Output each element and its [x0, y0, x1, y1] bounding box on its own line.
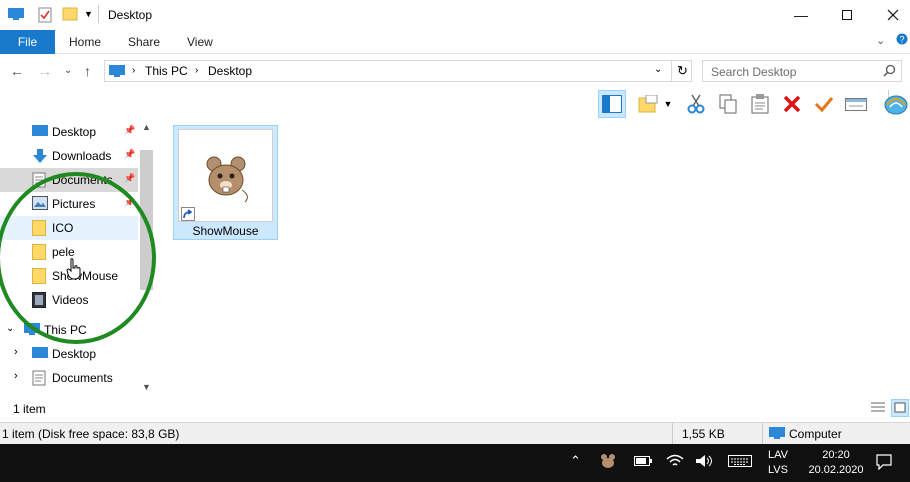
properties-dialog-icon[interactable]	[842, 90, 870, 118]
nav-item-downloads[interactable]: Downloads 📌	[0, 144, 138, 168]
taskbar: ⌃ LAV LVS 20:20 20.02.2020	[0, 444, 910, 482]
search-input[interactable]: Search Desktop	[702, 60, 902, 82]
status-divider	[672, 423, 673, 444]
clock[interactable]: 20:20 20.02.2020	[806, 448, 866, 478]
title-divider	[98, 5, 99, 23]
svg-text:?: ?	[900, 35, 905, 45]
status-bar: 1 item	[0, 398, 910, 420]
pin-icon[interactable]: 📌	[124, 125, 135, 136]
paste-icon[interactable]	[746, 90, 774, 118]
download-icon	[32, 148, 48, 164]
rename-icon[interactable]	[810, 90, 838, 118]
tab-home[interactable]: Home	[69, 35, 101, 49]
tab-share[interactable]: Share	[128, 35, 160, 49]
clock-date: 20.02.2020	[808, 464, 864, 476]
address-dropdown-icon[interactable]: ⌄	[654, 64, 662, 75]
location-label: Computer	[789, 427, 842, 441]
nav-item-label: Documents	[52, 371, 113, 385]
computer-icon	[769, 426, 785, 443]
address-divider	[671, 61, 672, 81]
file-name: ShowMouse	[192, 224, 259, 238]
forward-arrow-icon[interactable]: →	[38, 63, 52, 79]
chevron-up-icon[interactable]: ⌃	[570, 453, 581, 469]
address-segment-desktop[interactable]: Desktop	[208, 64, 252, 78]
title-bar: ▼ Desktop —	[0, 0, 910, 30]
nav-item-label: Desktop	[52, 125, 97, 139]
file-list: ShowMouse	[160, 120, 910, 398]
chevron-right-icon[interactable]: ›	[14, 346, 18, 358]
disk-info: 1 item (Disk free space: 83,8 GB)	[2, 427, 180, 441]
scroll-up-icon[interactable]: ▲	[142, 122, 151, 132]
back-arrow-icon[interactable]: ←	[10, 63, 24, 79]
window-title: Desktop	[108, 8, 153, 22]
nav-item-label: Downloads	[52, 149, 112, 163]
volume-icon[interactable]	[695, 454, 713, 471]
notification-icon[interactable]	[876, 454, 892, 473]
new-item-dropdown-icon[interactable]: ▼	[660, 90, 676, 118]
maximize-button[interactable]	[824, 0, 870, 30]
recent-locations-icon[interactable]: ⌄	[64, 65, 72, 76]
details-bar: 1 item (Disk free space: 83,8 GB) 1,55 K…	[0, 422, 910, 444]
nav-item-pc-documents[interactable]: › Documents	[0, 366, 138, 390]
new-folder-icon[interactable]	[62, 7, 78, 24]
properties-icon[interactable]	[38, 7, 52, 26]
cut-icon[interactable]	[682, 90, 710, 118]
minimize-button[interactable]: —	[778, 0, 824, 30]
nav-item-desktop[interactable]: Desktop 📌	[0, 120, 138, 144]
hand-cursor-icon	[66, 258, 82, 283]
nav-item-label: Desktop	[52, 347, 97, 361]
language-bottom: LVS	[768, 464, 788, 476]
delete-icon[interactable]	[778, 90, 806, 118]
item-count: 1 item	[13, 402, 46, 416]
large-icons-view-icon[interactable]	[891, 399, 909, 417]
explorer-icon[interactable]	[8, 7, 24, 24]
language-indicator[interactable]: LAV LVS	[768, 448, 788, 478]
navigation-pane-icon[interactable]	[598, 90, 626, 118]
keyboard-icon[interactable]	[728, 455, 752, 470]
close-button[interactable]	[870, 0, 910, 30]
this-pc-icon	[109, 64, 125, 81]
customize-toolbar-icon[interactable]: ▼	[84, 9, 93, 19]
chevron-right-icon[interactable]: ›	[132, 65, 135, 76]
ribbon-tabs: File Home Share View ⌄ ?	[0, 30, 910, 54]
command-toolbar: ▼	[0, 88, 910, 120]
battery-icon[interactable]	[634, 455, 652, 470]
clock-time: 20:20	[822, 449, 850, 461]
language-top: LAV	[768, 449, 788, 461]
pin-icon[interactable]: 📌	[124, 173, 135, 184]
address-bar[interactable]: › This PC › Desktop ⌄ ↻	[104, 60, 692, 82]
desktop-icon	[32, 346, 48, 362]
search-icon[interactable]	[883, 64, 896, 80]
documents-icon	[32, 370, 48, 386]
pin-icon[interactable]: 📌	[124, 149, 135, 160]
chevron-right-icon[interactable]: ›	[14, 370, 18, 382]
wifi-icon[interactable]	[666, 454, 684, 471]
file-size: 1,55 KB	[682, 427, 725, 441]
shortcut-arrow-icon	[181, 207, 195, 224]
copy-icon[interactable]	[714, 90, 742, 118]
new-item-icon[interactable]	[634, 90, 662, 118]
showmouse-tray-icon[interactable]	[600, 453, 616, 472]
tab-view[interactable]: View	[187, 35, 213, 49]
shell-icon[interactable]	[882, 90, 910, 118]
refresh-icon[interactable]: ↻	[677, 63, 688, 79]
file-thumbnail	[178, 129, 273, 222]
chevron-right-icon[interactable]: ›	[195, 65, 198, 76]
nav-item-pc-desktop[interactable]: › Desktop	[0, 342, 138, 366]
status-divider	[762, 423, 763, 444]
chevron-down-icon[interactable]: ⌄	[6, 323, 14, 334]
file-item[interactable]: ShowMouse	[173, 125, 278, 240]
address-segment-this-pc[interactable]: This PC	[145, 64, 188, 78]
help-icon[interactable]: ?	[896, 33, 908, 48]
details-view-icon[interactable]	[870, 401, 886, 418]
desktop-icon	[32, 124, 48, 140]
scroll-down-icon[interactable]: ▼	[142, 382, 151, 392]
expand-ribbon-icon[interactable]: ⌄	[876, 34, 885, 47]
search-placeholder: Search Desktop	[711, 65, 797, 79]
up-arrow-icon[interactable]: ↑	[84, 63, 91, 79]
tab-file[interactable]: File	[0, 30, 55, 54]
